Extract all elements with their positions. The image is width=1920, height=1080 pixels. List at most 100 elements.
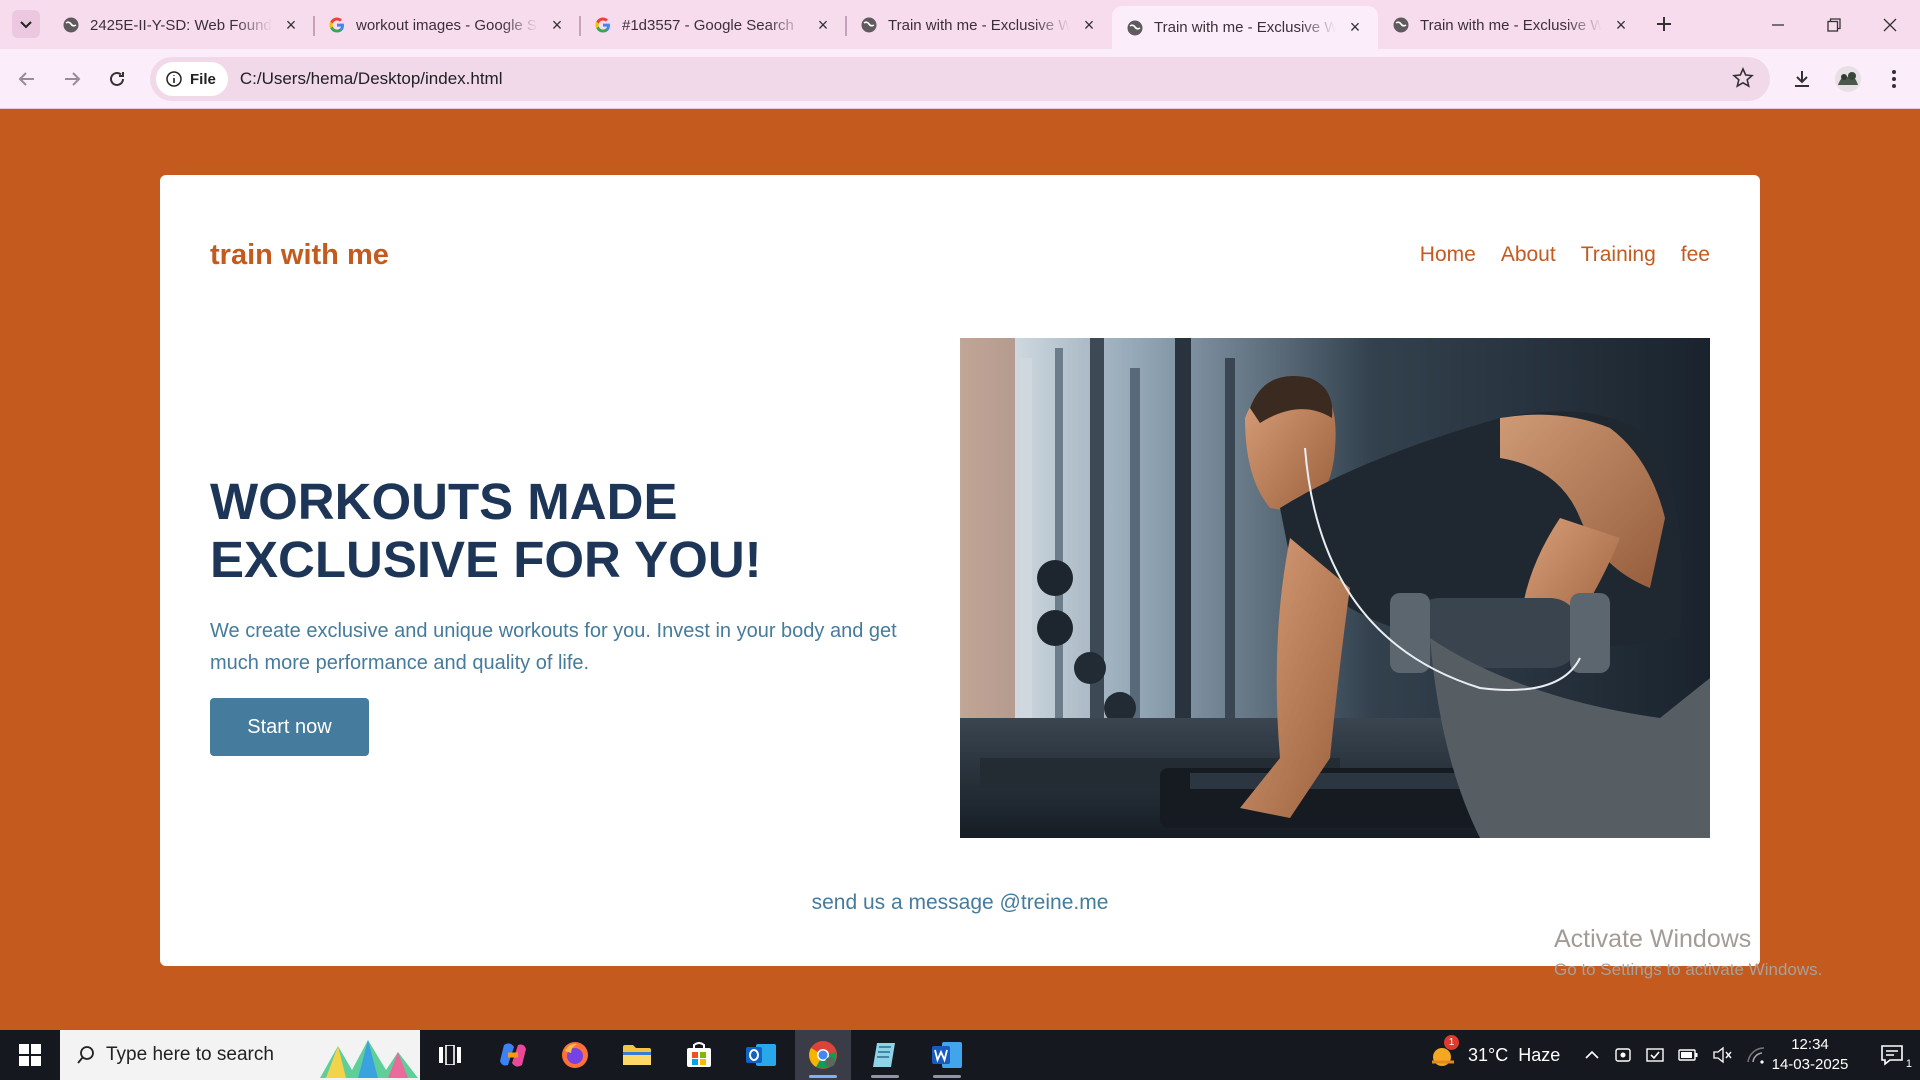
globe-icon bbox=[861, 17, 877, 33]
plus-icon bbox=[1657, 17, 1671, 31]
forward-button[interactable] bbox=[54, 61, 90, 97]
notification-count: 1 bbox=[1905, 1058, 1912, 1070]
task-view-button[interactable] bbox=[422, 1030, 478, 1080]
tab-title: Train with me - Exclusive W bbox=[1420, 16, 1602, 34]
close-icon[interactable]: × bbox=[814, 15, 832, 35]
taskbar-app-store[interactable] bbox=[671, 1030, 727, 1080]
chrome-icon bbox=[809, 1041, 837, 1069]
hero-description: We create exclusive and unique workouts … bbox=[210, 620, 897, 674]
hero-title-line: EXCLUSIVE FOR YOU! bbox=[210, 531, 762, 588]
nav-link-training[interactable]: Training bbox=[1581, 243, 1656, 267]
tab-title: Train with me - Exclusive W bbox=[1154, 19, 1336, 36]
taskbar-app-word[interactable] bbox=[919, 1030, 975, 1080]
browser-tab[interactable]: 2425E-II-Y-SD: Web Found × bbox=[48, 6, 315, 44]
reload-icon bbox=[110, 71, 124, 86]
restore-button[interactable] bbox=[1806, 0, 1862, 49]
browser-tab[interactable]: #1d3557 - Google Search × bbox=[580, 6, 847, 44]
browser-tab[interactable]: Train with me - Exclusive W × bbox=[1378, 6, 1644, 44]
downloads-button[interactable] bbox=[1784, 61, 1820, 97]
google-icon bbox=[595, 17, 610, 33]
search-highlight-illustration bbox=[320, 1040, 418, 1078]
browser-tab[interactable]: Train with me - Exclusive W × bbox=[846, 6, 1112, 44]
start-button[interactable] bbox=[0, 1030, 60, 1080]
new-tab-button[interactable] bbox=[1650, 10, 1678, 38]
reload-button[interactable] bbox=[99, 61, 135, 97]
restore-icon bbox=[1827, 17, 1841, 32]
taskbar-app-firefox[interactable] bbox=[547, 1030, 603, 1080]
weather-text: 31°C Haze bbox=[1468, 1044, 1561, 1065]
taskbar-app-file-explorer[interactable] bbox=[609, 1030, 665, 1080]
tab-search-button[interactable] bbox=[12, 10, 40, 38]
close-icon[interactable]: × bbox=[1612, 15, 1630, 35]
profile-avatar[interactable] bbox=[1830, 61, 1866, 97]
hero-workout-image bbox=[960, 338, 1710, 838]
folder-icon bbox=[623, 1045, 651, 1065]
browser-tab-strip: 2425E-II-Y-SD: Web Found × workout image… bbox=[0, 0, 1920, 49]
search-icon bbox=[77, 1046, 94, 1064]
site-logo[interactable]: train with me bbox=[210, 239, 389, 272]
taskbar-app-notepad[interactable] bbox=[857, 1030, 913, 1080]
start-now-button[interactable]: Start now bbox=[210, 698, 369, 756]
browser-menu-button[interactable] bbox=[1876, 61, 1912, 97]
watermark-subtitle: Go to Settings to activate Windows. bbox=[1554, 960, 1823, 979]
info-icon bbox=[166, 71, 182, 87]
volume-muted-icon[interactable] bbox=[1712, 1046, 1732, 1064]
nav-link-home[interactable]: Home bbox=[1420, 243, 1476, 267]
url-text[interactable]: C:/Users/hema/Desktop/index.html bbox=[240, 69, 503, 89]
notepad-icon bbox=[873, 1043, 895, 1067]
outlook-icon bbox=[746, 1044, 776, 1066]
notification-center-button[interactable]: 1 bbox=[1864, 1030, 1920, 1080]
watermark-title: Activate Windows bbox=[1554, 925, 1752, 953]
nav-link-fee[interactable]: fee bbox=[1681, 243, 1710, 267]
close-window-button[interactable] bbox=[1862, 0, 1918, 49]
browser-tab-active[interactable]: Train with me - Exclusive W × bbox=[1112, 6, 1378, 49]
windows-logo-icon bbox=[19, 1044, 41, 1066]
taskbar-search-box[interactable]: Type here to search bbox=[60, 1030, 420, 1080]
security-icon[interactable] bbox=[1646, 1046, 1664, 1064]
tab-title: workout images - Google S bbox=[356, 16, 537, 34]
browser-tab[interactable]: workout images - Google S × bbox=[314, 6, 581, 44]
active-app-indicator bbox=[809, 1075, 837, 1078]
minimize-icon bbox=[1772, 23, 1784, 26]
arrow-right-icon bbox=[65, 72, 81, 86]
system-tray bbox=[1584, 1030, 1766, 1080]
chevron-up-icon[interactable] bbox=[1584, 1047, 1600, 1063]
close-icon[interactable]: × bbox=[1080, 15, 1098, 35]
close-icon[interactable]: × bbox=[1346, 17, 1364, 37]
taskbar-app-chrome[interactable] bbox=[795, 1030, 851, 1080]
task-view-icon bbox=[439, 1045, 461, 1065]
store-icon bbox=[687, 1042, 711, 1067]
more-vertical-icon bbox=[1892, 70, 1896, 88]
browser-toolbar: File C:/Users/hema/Desktop/index.html bbox=[0, 49, 1920, 109]
system-clock[interactable]: 12:34 14-03-2025 bbox=[1750, 1035, 1870, 1075]
open-app-indicator bbox=[871, 1075, 899, 1078]
back-button[interactable] bbox=[9, 61, 45, 97]
nav-link-about[interactable]: About bbox=[1501, 243, 1556, 267]
clock-time: 12:34 bbox=[1791, 1036, 1829, 1053]
download-icon bbox=[1795, 71, 1809, 87]
close-icon[interactable]: × bbox=[548, 15, 566, 35]
gym-photo-illustration bbox=[960, 338, 1710, 838]
word-icon bbox=[932, 1042, 962, 1068]
firefox-icon bbox=[562, 1042, 588, 1068]
minimize-button[interactable] bbox=[1750, 0, 1806, 49]
meet-now-icon[interactable] bbox=[1614, 1046, 1632, 1064]
weather-widget[interactable]: 1 31°C Haze bbox=[1428, 1030, 1560, 1080]
star-icon bbox=[1732, 67, 1754, 88]
battery-icon[interactable] bbox=[1678, 1048, 1698, 1062]
tab-title: 2425E-II-Y-SD: Web Found bbox=[90, 16, 272, 34]
close-icon[interactable]: × bbox=[282, 15, 300, 35]
site-info-chip[interactable]: File bbox=[156, 62, 228, 96]
avatar bbox=[1835, 66, 1861, 92]
taskbar-app-copilot[interactable] bbox=[485, 1030, 541, 1080]
bookmark-star-button[interactable] bbox=[1732, 67, 1754, 94]
globe-icon bbox=[63, 17, 79, 33]
globe-icon bbox=[1127, 20, 1143, 35]
chevron-down-icon bbox=[20, 21, 32, 29]
contact-text[interactable]: send us a message @treine.me bbox=[160, 891, 1760, 915]
address-bar[interactable]: File C:/Users/hema/Desktop/index.html bbox=[150, 57, 1770, 101]
notification-icon bbox=[1881, 1045, 1903, 1066]
copilot-icon bbox=[500, 1043, 526, 1067]
taskbar-app-outlook[interactable] bbox=[733, 1030, 789, 1080]
weather-badge: 1 bbox=[1444, 1035, 1459, 1050]
